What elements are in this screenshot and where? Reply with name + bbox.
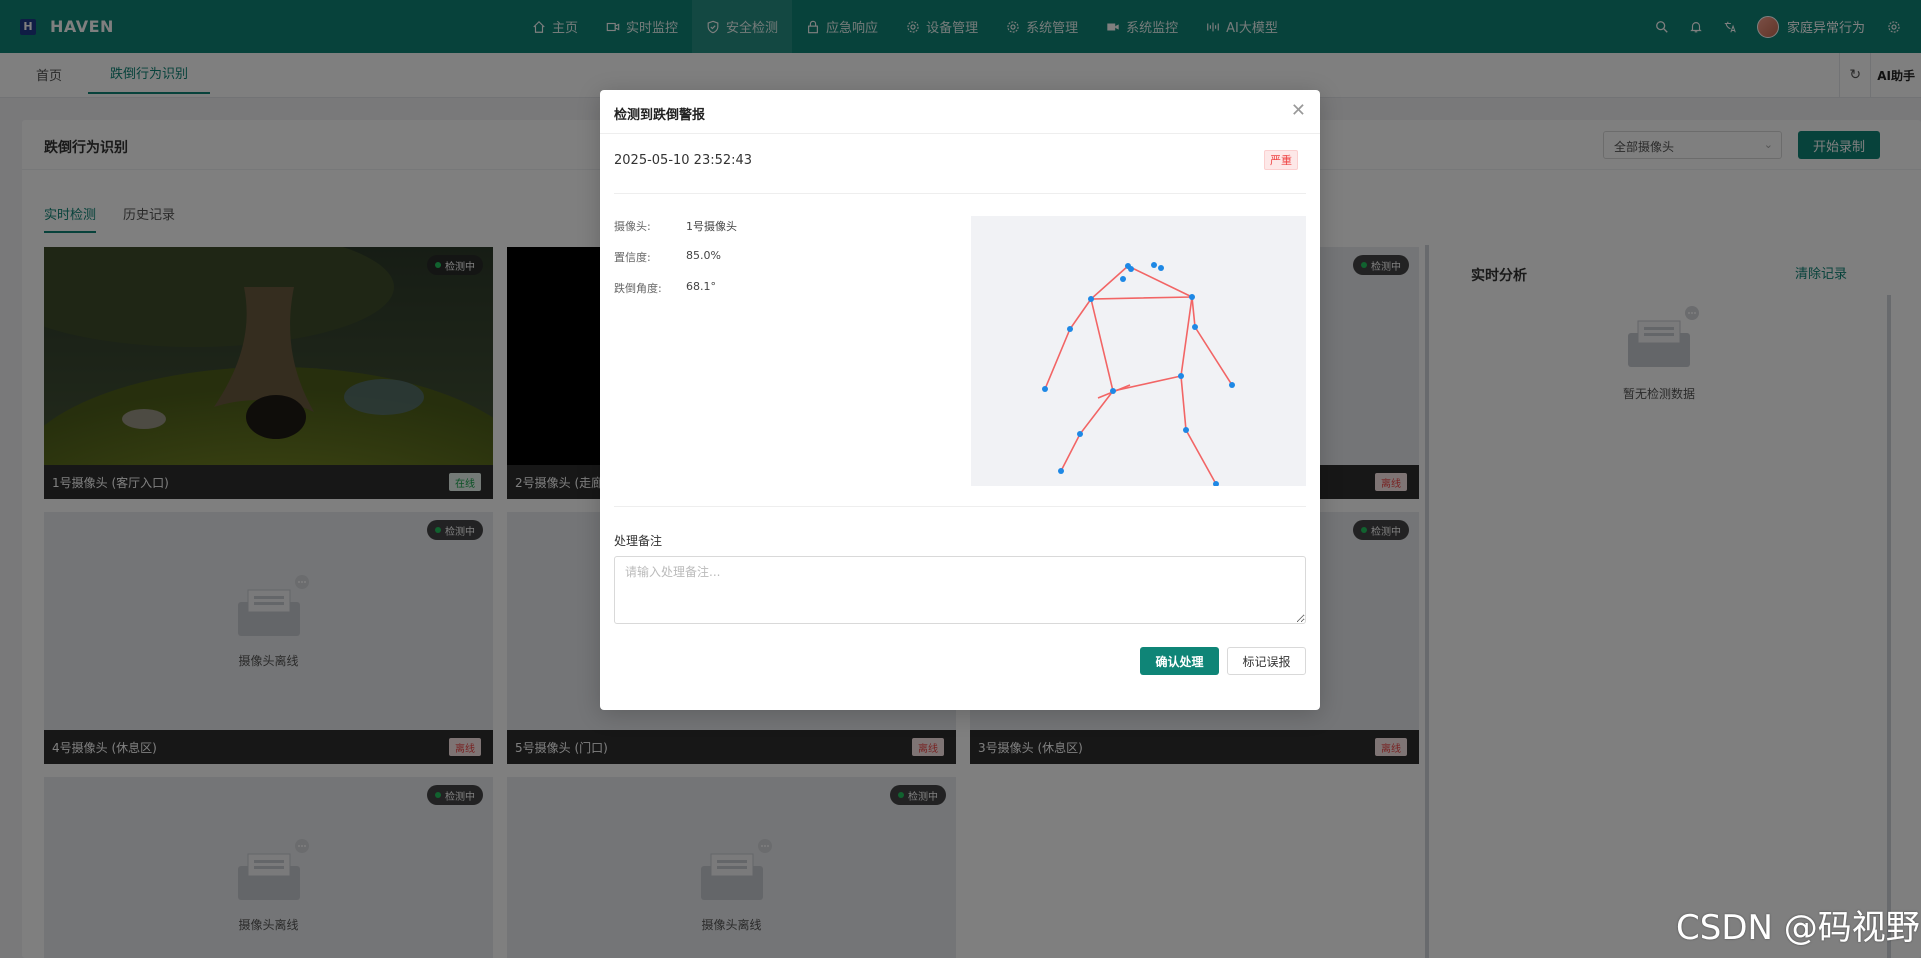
confirm-handle-button[interactable]: 确认处理 [1140, 647, 1219, 675]
info-value: 85.0% [686, 249, 721, 262]
dialog-title: 检测到跌倒警报 [614, 108, 706, 123]
divider [614, 506, 1306, 507]
info-value: 1号摄像头 [686, 220, 737, 233]
info-label: 摄像头: [614, 220, 651, 233]
fall-alert-dialog: 检测到跌倒警报 ✕ 2025-05-10 23:52:43 严重 摄像头: 1号… [600, 90, 1320, 710]
pose-skeleton-image [971, 216, 1306, 486]
info-value: 68.1° [686, 280, 716, 293]
alert-time: 2025-05-10 23:52:43 [614, 153, 753, 168]
info-label: 跌倒角度: [614, 282, 662, 295]
divider [600, 133, 1320, 134]
remark-label: 处理备注 [614, 534, 663, 548]
remark-input[interactable] [614, 556, 1306, 624]
info-fall-angle: 跌倒角度: 68.1° [614, 280, 716, 296]
info-camera: 摄像头: 1号摄像头 [614, 218, 737, 234]
divider [614, 193, 1306, 194]
severity-badge: 严重 [1264, 150, 1298, 170]
watermark: CSDN @码视野 [1676, 908, 1920, 948]
close-icon[interactable]: ✕ [1291, 100, 1306, 121]
info-confidence: 置信度: 85.0% [614, 249, 721, 265]
mark-false-alarm-button[interactable]: 标记误报 [1227, 647, 1306, 675]
info-label: 置信度: [614, 251, 651, 264]
